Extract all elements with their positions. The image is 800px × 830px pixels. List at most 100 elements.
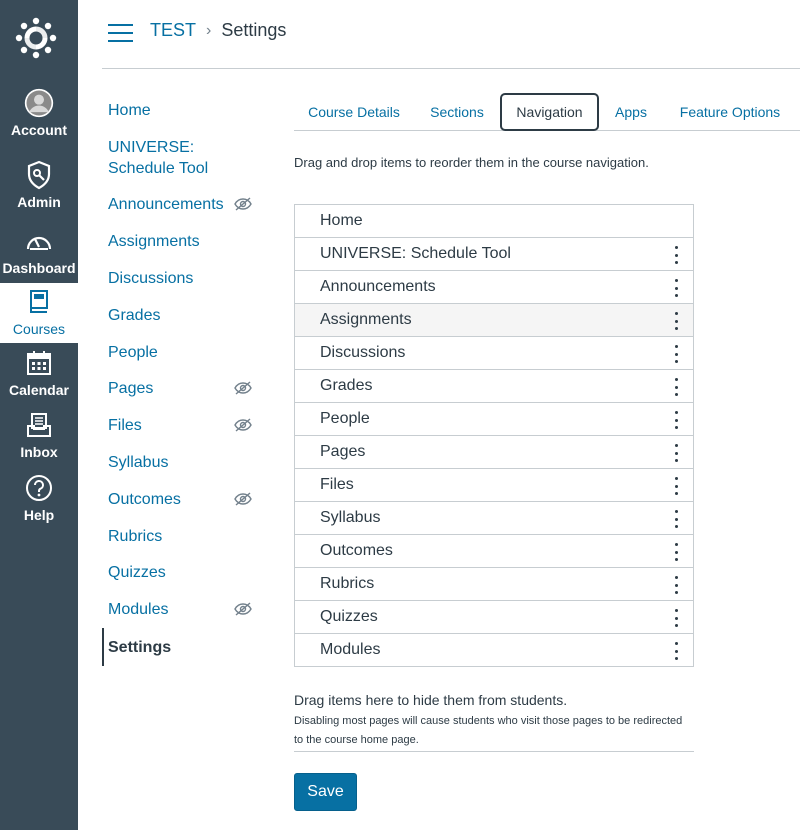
nav-list-item[interactable]: Quizzes bbox=[295, 600, 693, 633]
global-nav-label: Dashboard bbox=[2, 260, 76, 276]
hidden-eye-icon bbox=[234, 602, 252, 616]
course-nav-files[interactable]: Files bbox=[102, 415, 267, 436]
breadcrumb-course-link[interactable]: TEST bbox=[150, 20, 196, 41]
breadcrumb: TEST › Settings bbox=[150, 20, 286, 41]
account-avatar-icon bbox=[24, 88, 54, 118]
course-nav-label: Outcomes bbox=[108, 491, 181, 508]
hamburger-menu-icon[interactable] bbox=[108, 24, 133, 43]
nav-list-label: Modules bbox=[320, 641, 381, 658]
dashboard-gauge-icon bbox=[24, 226, 54, 256]
global-nav-account[interactable]: Account bbox=[0, 88, 78, 148]
nav-list-item[interactable]: Grades bbox=[295, 369, 693, 402]
nav-list-item[interactable]: Announcements bbox=[295, 270, 693, 303]
nav-list-label: Announcements bbox=[320, 278, 436, 295]
tab-sections[interactable]: Sections bbox=[422, 93, 492, 131]
nav-list-item[interactable]: Modules bbox=[295, 633, 693, 666]
settings-tabs: Course Details Sections Navigation Apps … bbox=[294, 91, 800, 131]
nav-list-label: UNIVERSE: Schedule Tool bbox=[320, 245, 511, 262]
kebab-menu-icon[interactable] bbox=[673, 345, 679, 363]
nav-list-label: Discussions bbox=[320, 344, 406, 361]
kebab-menu-icon[interactable] bbox=[673, 378, 679, 396]
global-nav-help[interactable]: Help bbox=[0, 473, 78, 533]
hidden-items-dropzone-title[interactable]: Drag items here to hide them from studen… bbox=[294, 692, 567, 708]
nav-list-item[interactable]: Syllabus bbox=[295, 501, 693, 534]
course-nav-people[interactable]: People bbox=[102, 342, 267, 363]
course-nav-label: Discussions bbox=[108, 270, 194, 287]
kebab-menu-icon[interactable] bbox=[673, 312, 679, 330]
navigation-list: Home UNIVERSE: Schedule Tool Announcemen… bbox=[294, 204, 694, 667]
kebab-menu-icon[interactable] bbox=[673, 609, 679, 627]
kebab-menu-icon[interactable] bbox=[673, 510, 679, 528]
hidden-eye-icon bbox=[234, 492, 252, 506]
course-nav-discussions[interactable]: Discussions bbox=[102, 268, 267, 289]
course-nav-label: Rubrics bbox=[108, 528, 163, 545]
nav-list-label: Pages bbox=[320, 443, 366, 460]
course-nav-label: Syllabus bbox=[108, 454, 169, 471]
nav-list-item[interactable]: Assignments bbox=[295, 303, 693, 336]
course-nav-home[interactable]: Home bbox=[102, 100, 267, 121]
kebab-menu-icon[interactable] bbox=[673, 576, 679, 594]
course-nav-outcomes[interactable]: Outcomes bbox=[102, 489, 267, 510]
nav-list-item[interactable]: Rubrics bbox=[295, 567, 693, 600]
course-nav-label: Files bbox=[108, 417, 142, 434]
course-nav-syllabus[interactable]: Syllabus bbox=[102, 452, 267, 473]
canvas-logo-icon[interactable] bbox=[13, 15, 59, 61]
course-nav-label: Home bbox=[108, 102, 151, 119]
global-nav-calendar[interactable]: Calendar bbox=[0, 348, 78, 408]
course-nav-pages[interactable]: Pages bbox=[102, 378, 267, 399]
course-nav-label: Assignments bbox=[108, 233, 200, 250]
global-nav-label: Help bbox=[23, 507, 55, 523]
course-nav-grades[interactable]: Grades bbox=[102, 305, 267, 326]
inbox-icon bbox=[24, 410, 54, 440]
global-nav-admin[interactable]: Admin bbox=[0, 160, 78, 220]
kebab-menu-icon[interactable] bbox=[673, 543, 679, 561]
global-nav-label: Account bbox=[11, 122, 67, 138]
tab-course-details[interactable]: Course Details bbox=[302, 93, 406, 131]
nav-list-label: Syllabus bbox=[320, 509, 381, 526]
nav-list-label: Rubrics bbox=[320, 575, 375, 592]
hidden-eye-icon bbox=[234, 197, 252, 211]
kebab-menu-icon[interactable] bbox=[673, 642, 679, 660]
global-navigation: Account Admin Dashboard Courses Calendar… bbox=[0, 0, 78, 830]
kebab-menu-icon[interactable] bbox=[673, 246, 679, 264]
hidden-items-note: Disabling most pages will cause students… bbox=[294, 715, 683, 746]
course-nav-label: People bbox=[108, 344, 158, 361]
tab-apps[interactable]: Apps bbox=[608, 93, 654, 131]
course-nav-settings[interactable]: Settings bbox=[102, 628, 267, 666]
nav-list-label: Files bbox=[320, 476, 354, 493]
nav-list-item[interactable]: Home bbox=[295, 205, 693, 237]
hidden-eye-icon bbox=[234, 418, 252, 432]
global-nav-label: Calendar bbox=[9, 382, 69, 398]
nav-list-item[interactable]: UNIVERSE: Schedule Tool bbox=[295, 237, 693, 270]
nav-list-item[interactable]: Pages bbox=[295, 435, 693, 468]
course-nav-announcements[interactable]: Announcements bbox=[102, 194, 267, 215]
nav-list-item[interactable]: Outcomes bbox=[295, 534, 693, 567]
save-button[interactable]: Save bbox=[294, 773, 357, 811]
nav-list-item[interactable]: Files bbox=[295, 468, 693, 501]
global-nav-courses[interactable]: Courses bbox=[0, 283, 78, 343]
global-nav-label: Admin bbox=[17, 194, 61, 210]
kebab-menu-icon[interactable] bbox=[673, 279, 679, 297]
calendar-icon bbox=[24, 348, 54, 378]
global-nav-label: Inbox bbox=[20, 444, 58, 460]
global-nav-inbox[interactable]: Inbox bbox=[0, 410, 78, 470]
course-nav-label: Pages bbox=[108, 380, 154, 397]
nav-list-label: Home bbox=[320, 212, 363, 229]
tab-feature-options[interactable]: Feature Options bbox=[672, 93, 788, 131]
course-nav-label: UNIVERSE: Schedule Tool bbox=[108, 139, 209, 177]
course-nav-assignments[interactable]: Assignments bbox=[102, 231, 267, 252]
nav-list-item[interactable]: Discussions bbox=[295, 336, 693, 369]
tab-navigation[interactable]: Navigation bbox=[500, 93, 599, 131]
nav-list-item[interactable]: People bbox=[295, 402, 693, 435]
kebab-menu-icon[interactable] bbox=[673, 444, 679, 462]
course-nav-quizzes[interactable]: Quizzes bbox=[102, 562, 267, 583]
course-nav-modules[interactable]: Modules bbox=[102, 599, 267, 620]
nav-list-label: Quizzes bbox=[320, 608, 378, 625]
kebab-menu-icon[interactable] bbox=[673, 477, 679, 495]
kebab-menu-icon[interactable] bbox=[673, 411, 679, 429]
nav-list-label: Grades bbox=[320, 377, 373, 394]
course-nav-rubrics[interactable]: Rubrics bbox=[102, 526, 267, 547]
global-nav-dashboard[interactable]: Dashboard bbox=[0, 226, 78, 286]
course-nav-universe[interactable]: UNIVERSE: Schedule Tool bbox=[102, 137, 262, 179]
courses-book-icon bbox=[24, 287, 54, 317]
